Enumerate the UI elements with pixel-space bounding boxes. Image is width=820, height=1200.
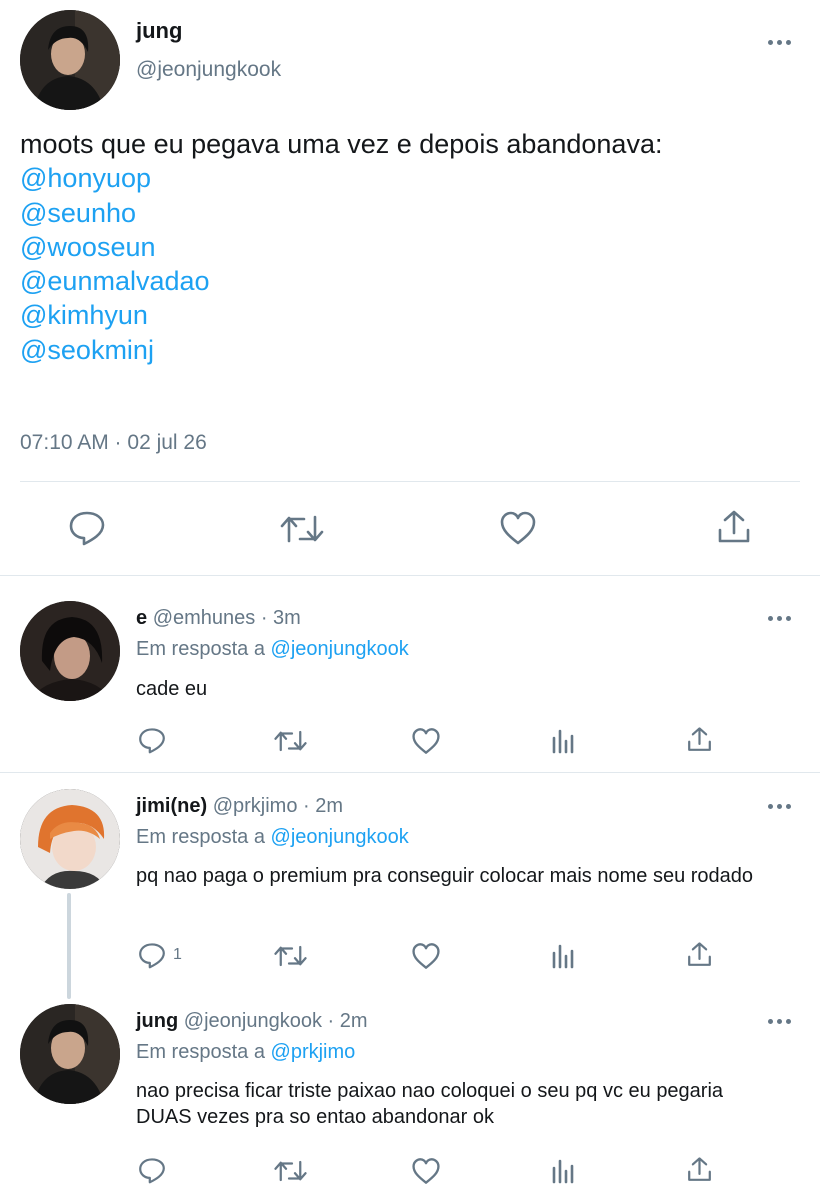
mention-link[interactable]: @wooseun [20,230,662,264]
more-options-icon[interactable] [766,611,794,625]
tweet-intro: moots que eu pegava uma vez e depois aba… [20,129,663,159]
retweet-icon[interactable] [274,1158,307,1184]
reply-time: · 3m [260,607,301,629]
share-icon[interactable] [687,941,712,968]
reply-count: 1 [173,946,182,963]
avatar[interactable] [20,10,120,110]
divider [0,772,820,773]
reply-context: Em resposta a @jeonjungkook [136,826,409,849]
author-handle[interactable]: @jeonjungkook [136,58,281,82]
author-handle[interactable]: @prkjimo [213,795,298,817]
reply-text: nao precisa ficar triste paixao nao colo… [136,1080,724,1128]
mention-link[interactable]: @jeonjungkook [271,638,409,660]
reply-header: jung @jeonjungkook · 2m [136,1010,368,1033]
mention-link[interactable]: @jeonjungkook [271,826,409,848]
more-options-icon[interactable] [766,799,794,813]
analytics-icon[interactable] [551,728,577,754]
author-handle[interactable]: @emhunes [153,607,256,629]
like-icon[interactable] [499,510,537,546]
reply-prefix: Em resposta a [136,638,265,660]
share-icon[interactable] [717,509,751,545]
reply-text: pq nao paga o premium pra conseguir colo… [136,865,754,887]
share-icon[interactable] [687,1156,712,1183]
reply-icon[interactable] [68,510,106,546]
more-options-icon[interactable] [766,35,794,49]
mention-link[interactable]: @seokminj [20,333,662,367]
reply-prefix: Em resposta a [136,826,265,848]
analytics-icon[interactable] [551,1158,577,1184]
tweet-text: moots que eu pegava uma vez e depois aba… [20,127,662,367]
divider [0,575,820,576]
like-icon[interactable] [411,727,441,755]
more-options-icon[interactable] [766,1014,794,1028]
author-name[interactable]: jimi(ne) [136,795,207,817]
author-name[interactable]: jung [136,1010,178,1032]
like-icon[interactable] [411,942,441,970]
reply-header: e @emhunes · 3m [136,607,301,630]
reply-time: · 2m [327,1010,368,1032]
reply-icon[interactable] [138,942,166,969]
share-icon[interactable] [687,726,712,753]
reply-header: jimi(ne) @prkjimo · 2m [136,795,343,818]
mention-link[interactable]: @eunmalvadao [20,264,662,298]
avatar[interactable] [20,1004,120,1104]
tweet-timestamp[interactable]: 07:10 AM · 02 jul 26 [20,431,207,455]
reply-prefix: Em resposta a [136,1041,265,1063]
reply-time: · 2m [303,795,344,817]
retweet-icon[interactable] [274,728,307,754]
mention-link[interactable]: @honyuop [20,161,662,195]
mention-link[interactable]: @seunho [20,196,662,230]
author-handle[interactable]: @jeonjungkook [184,1010,322,1032]
thread-line [67,893,71,999]
reply-icon[interactable] [138,727,166,754]
reply-context: Em resposta a @prkjimo [136,1041,355,1064]
avatar[interactable] [20,601,120,701]
mention-link[interactable]: @kimhyun [20,298,662,332]
retweet-icon[interactable] [280,512,324,546]
divider [20,481,800,482]
avatar[interactable] [20,789,120,889]
author-name[interactable]: jung [136,18,182,44]
reply-icon[interactable] [138,1157,166,1184]
mention-link[interactable]: @prkjimo [271,1041,356,1063]
retweet-icon[interactable] [274,943,307,969]
reply-text: cade eu [136,678,208,700]
reply-context: Em resposta a @jeonjungkook [136,638,409,661]
like-icon[interactable] [411,1157,441,1185]
author-name[interactable]: e [136,607,147,629]
analytics-icon[interactable] [551,943,577,969]
